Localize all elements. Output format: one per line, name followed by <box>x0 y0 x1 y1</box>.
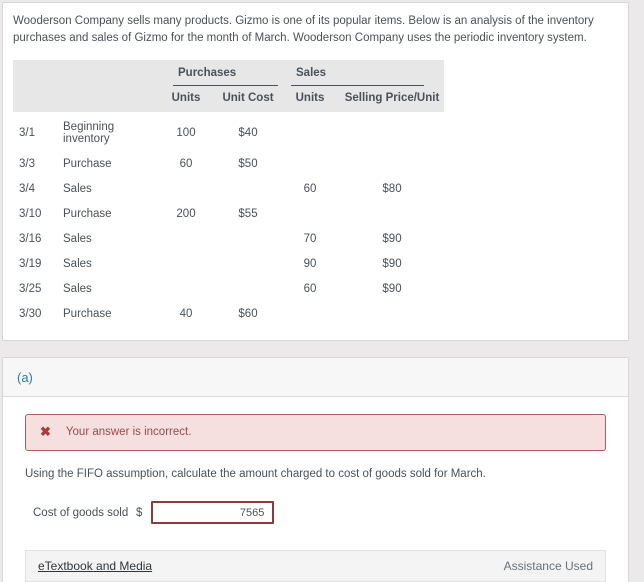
row-purchase-units: 100 <box>176 127 196 139</box>
table-row: 3/16 Sales 70 $90 <box>13 226 444 251</box>
purchases-group-header: Purchases <box>173 60 278 86</box>
row-sales-units <box>280 201 340 226</box>
part-a-body: ✖ Your answer is incorrect. Using the FI… <box>3 397 628 582</box>
problem-card: Wooderson Company sells many products. G… <box>2 2 629 341</box>
etextbook-and-media-link[interactable]: eTextbook and Media <box>38 559 152 573</box>
cost-of-goods-sold-input[interactable] <box>151 501 275 524</box>
sales-units-header: Units <box>295 92 325 104</box>
row-date: 3/19 <box>19 258 42 270</box>
row-unit-cost: $50 <box>238 158 258 170</box>
assistance-used-label: Assistance Used <box>503 559 593 573</box>
row-unit-cost <box>216 176 280 201</box>
row-selling-price <box>340 301 444 326</box>
row-unit-cost <box>216 226 280 251</box>
etextbook-bar: eTextbook and Media Assistance Used <box>25 550 606 582</box>
table-row: 3/30 Purchase 40 $60 <box>13 301 444 326</box>
selling-price-header: Selling Price/Unit <box>344 92 440 104</box>
question-text: Using the FIFO assumption, calculate the… <box>25 468 486 480</box>
row-selling-price: $90 <box>382 233 402 245</box>
row-description: Purchase <box>63 208 112 220</box>
row-selling-price: $80 <box>382 183 402 195</box>
row-date: 3/1 <box>19 127 35 139</box>
row-selling-price <box>340 112 444 151</box>
part-a-card: (a) ✖ Your answer is incorrect. Using th… <box>2 357 629 582</box>
row-sales-units: 90 <box>303 258 317 270</box>
row-selling-price: $90 <box>382 258 402 270</box>
row-sales-units: 60 <box>303 283 317 295</box>
row-unit-cost <box>216 251 280 276</box>
row-selling-price <box>340 201 444 226</box>
row-description: Sales <box>63 233 92 245</box>
inventory-table-body: 3/1 Beginning inventory 100 $40 3/3 Purc… <box>13 112 444 326</box>
row-description: Sales <box>63 283 92 295</box>
table-row: 3/19 Sales 90 $90 <box>13 251 444 276</box>
table-row: 3/4 Sales 60 $80 <box>13 176 444 201</box>
row-unit-cost: $55 <box>238 208 258 220</box>
row-purchase-units <box>156 276 216 301</box>
answer-label: Cost of goods sold <box>33 506 129 519</box>
row-description: Sales <box>63 183 92 195</box>
row-sales-units <box>280 112 340 151</box>
inventory-table: Purchases Sales Units Unit Cost Units Se… <box>13 60 444 326</box>
problem-intro-text: Wooderson Company sells many products. G… <box>13 15 594 44</box>
row-purchase-units: 60 <box>179 158 193 170</box>
row-sales-units: 70 <box>303 233 317 245</box>
cross-icon: ✖ <box>40 424 51 439</box>
part-a-label: (a) <box>17 370 33 385</box>
row-purchase-units <box>156 226 216 251</box>
row-purchase-units <box>156 251 216 276</box>
row-sales-units: 60 <box>303 183 317 195</box>
row-purchase-units: 40 <box>179 308 193 320</box>
row-unit-cost: $40 <box>238 127 258 139</box>
alert-message: Your answer is incorrect. <box>65 426 192 438</box>
row-description: Purchase <box>63 308 112 320</box>
table-row: 3/10 Purchase 200 $55 <box>13 201 444 226</box>
currency-symbol: $ <box>136 506 143 519</box>
unit-cost-header: Unit Cost <box>222 92 274 104</box>
part-a-section-header[interactable]: (a) <box>3 358 628 397</box>
row-selling-price <box>340 151 444 176</box>
row-purchase-units: 200 <box>176 208 196 220</box>
row-date: 3/16 <box>19 233 42 245</box>
row-date: 3/10 <box>19 208 42 220</box>
table-row: 3/3 Purchase 60 $50 <box>13 151 444 176</box>
incorrect-answer-alert: ✖ Your answer is incorrect. <box>25 414 606 451</box>
row-date: 3/25 <box>19 283 42 295</box>
inventory-table-header: Purchases Sales Units Unit Cost Units Se… <box>13 60 444 112</box>
row-sales-units <box>280 301 340 326</box>
row-description: Purchase <box>63 158 112 170</box>
row-date: 3/30 <box>19 308 42 320</box>
row-selling-price: $90 <box>382 283 402 295</box>
row-unit-cost <box>216 276 280 301</box>
row-description: Beginning inventory <box>63 121 115 145</box>
table-row: 3/1 Beginning inventory 100 $40 <box>13 112 444 151</box>
row-description: Sales <box>63 258 92 270</box>
purchase-units-header: Units <box>171 92 201 104</box>
sales-group-header: Sales <box>291 60 424 86</box>
row-unit-cost: $60 <box>238 308 258 320</box>
row-sales-units <box>280 151 340 176</box>
table-row: 3/25 Sales 60 $90 <box>13 276 444 301</box>
row-date: 3/3 <box>19 158 35 170</box>
row-purchase-units <box>156 176 216 201</box>
answer-row: Cost of goods sold $ <box>25 501 606 524</box>
row-date: 3/4 <box>19 183 35 195</box>
